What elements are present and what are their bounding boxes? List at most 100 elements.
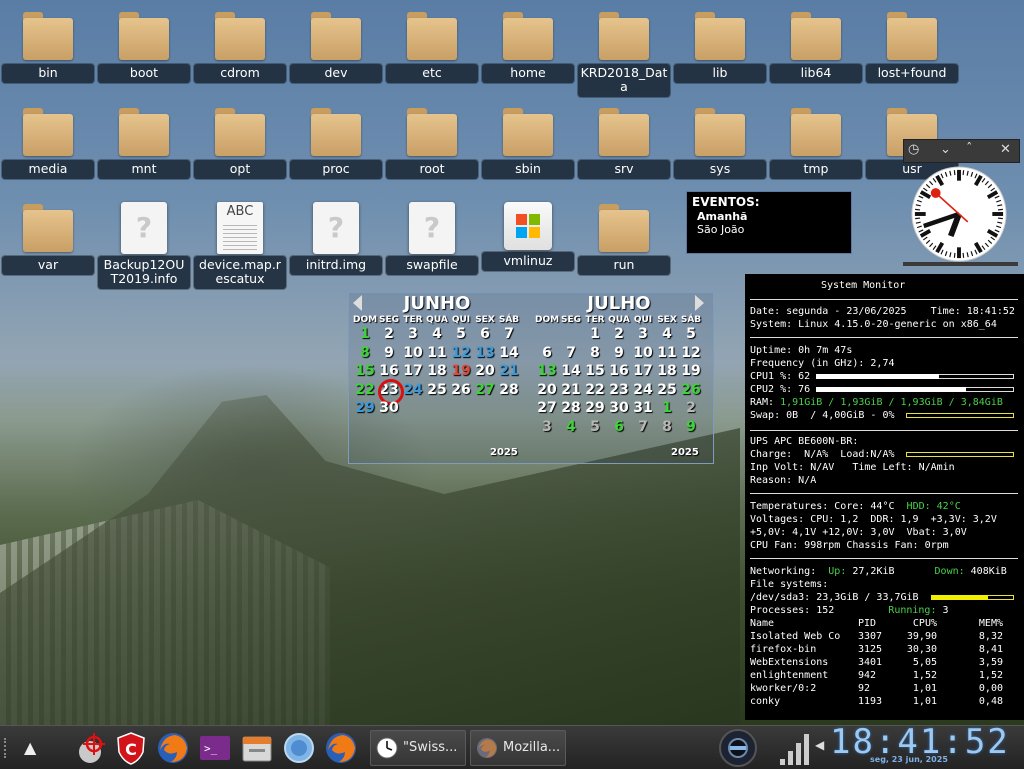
- running-label: Running:: [888, 605, 943, 616]
- desktop-icon-bin[interactable]: bin: [2, 4, 94, 83]
- desktop-icon-lib[interactable]: lib: [674, 4, 766, 83]
- menu-chevron-icon[interactable]: ⌄: [940, 142, 951, 158]
- firefox-icon[interactable]: [155, 730, 191, 766]
- start-menu-arrow-icon[interactable]: ▲: [24, 738, 36, 757]
- task-label: Mozilla...: [503, 740, 561, 755]
- browser-globe-icon[interactable]: [281, 730, 317, 766]
- desktop-icon-media[interactable]: media: [2, 100, 94, 179]
- desktop-icon-cdrom[interactable]: cdrom: [194, 4, 286, 83]
- desktop-icon-etc[interactable]: etc: [386, 4, 478, 83]
- folder-icon: [789, 106, 843, 158]
- desktop-icon-root[interactable]: root: [386, 100, 478, 179]
- clock-window-titlebar[interactable]: ◷ ⌄ ˆ ✕: [903, 139, 1020, 163]
- desktop-icon-label: initrd.img: [290, 256, 382, 275]
- tray-expand-icon[interactable]: ◀: [815, 738, 824, 752]
- divider: [750, 493, 1018, 494]
- process-table-header: CPU%: [912, 618, 937, 629]
- calendar-day: 4: [566, 418, 576, 435]
- desktop-icon-tmp[interactable]: tmp: [770, 100, 862, 179]
- conky-cpu1: CPU1 %: 62: [750, 371, 811, 382]
- desktop-icon-label: sbin: [482, 160, 574, 179]
- file-manager-icon[interactable]: [239, 730, 275, 766]
- process-cell: 39,90: [906, 631, 937, 642]
- desktop-icon-dev[interactable]: dev: [290, 4, 382, 83]
- conky-frequency: Frequency (in GHz): 2,74: [750, 358, 895, 369]
- taskbar-grip[interactable]: [4, 738, 9, 758]
- calendar-day: 5: [456, 326, 466, 342]
- calendar-day: 17: [403, 363, 423, 379]
- comodo-shield-icon[interactable]: C: [113, 730, 149, 766]
- firefox-icon-2[interactable]: [323, 730, 359, 766]
- conky-cpu2: CPU2 %: 76: [750, 384, 811, 395]
- desktop-icon-label: device.map.rescatux: [194, 256, 286, 289]
- desktop[interactable]: bin boot cdrom dev etc home KRD2018_Data lib lib…: [0, 0, 1024, 725]
- clock-tick: [997, 208, 1003, 211]
- close-icon[interactable]: ✕: [1000, 142, 1011, 158]
- desktop-icon-opt[interactable]: opt: [194, 100, 286, 179]
- desktop-icon-initrd-img[interactable]: ? initrd.img: [290, 196, 382, 275]
- calendar-day: 6: [542, 344, 552, 361]
- folder-icon: [21, 202, 75, 254]
- desktop-icon-proc[interactable]: proc: [290, 100, 382, 179]
- calendar-day: 10: [403, 344, 423, 361]
- conky-voltages-2: +5,0V: 4,1V +12,0V: 3,0V Vbat: 3,0V: [750, 527, 967, 538]
- desktop-icon-var[interactable]: var: [2, 196, 94, 275]
- folder-icon: [501, 106, 555, 158]
- folder-icon: [597, 10, 651, 62]
- desktop-icon-lost-found[interactable]: lost+found: [866, 4, 958, 83]
- events-item: São João: [697, 223, 745, 236]
- calendar-day: 28: [561, 400, 581, 416]
- crosshair-app-icon[interactable]: [74, 730, 110, 766]
- weekday-label: SEX: [657, 315, 677, 325]
- digital-clock[interactable]: 18:41:52 seg, 23 jun, 2025: [828, 722, 1008, 768]
- desktop-icon-srv[interactable]: srv: [578, 100, 670, 179]
- folder-icon: [213, 106, 267, 158]
- calendar-month-name: JULHO: [587, 293, 651, 314]
- calendar-day: 8: [662, 418, 672, 435]
- conky-charge: Charge: N/A% Load:N/A%: [750, 449, 895, 460]
- desktop-icon-label: run: [578, 256, 670, 275]
- process-cell: 30,30: [906, 644, 937, 655]
- speaker-icon[interactable]: [718, 728, 758, 768]
- desktop-icon-backup12out2019-info[interactable]: ? Backup12OUT2019.info: [98, 196, 190, 289]
- desktop-icon-mnt[interactable]: mnt: [98, 100, 190, 179]
- minimize-icon[interactable]: ˆ: [966, 142, 973, 158]
- desktop-icon-boot[interactable]: boot: [98, 4, 190, 83]
- calendar-day: 19: [681, 363, 701, 379]
- calendar-weekdays: DOM SEG TER QUA QUI SEX SÁB: [535, 315, 703, 325]
- clock-tick: [915, 217, 921, 220]
- calendar-year-june: 2025: [490, 447, 518, 458]
- desktop-icon-sbin[interactable]: sbin: [482, 100, 574, 179]
- desktop-icon-vmlinuz[interactable]: vmlinuz: [482, 196, 574, 271]
- process-table-header: PID: [858, 618, 877, 629]
- desktop-icon-sys[interactable]: sys: [674, 100, 766, 179]
- terminal-icon[interactable]: >_: [197, 730, 233, 766]
- up-value: 27,2KiB: [852, 566, 895, 577]
- task-swiss-clock[interactable]: "Swiss...: [370, 730, 466, 766]
- desktop-icon-home[interactable]: home: [482, 4, 574, 83]
- events-title: EVENTOS:: [692, 195, 760, 209]
- calendar-day: 12: [451, 344, 471, 361]
- folder-icon: [309, 10, 363, 62]
- desktop-icon-run[interactable]: run: [578, 196, 670, 275]
- calendar-day: 20: [475, 363, 495, 379]
- desktop-icon-lib64[interactable]: lib64: [770, 4, 862, 83]
- task-mozilla[interactable]: Mozilla...: [470, 730, 566, 766]
- calendar-day: 23: [609, 381, 629, 398]
- desktop-icon-device-map-rescatux[interactable]: ABC device.map.rescatux: [194, 196, 286, 289]
- folder-icon: [501, 10, 555, 62]
- signal-strength-icon[interactable]: [778, 731, 814, 767]
- calendar-day: 11: [657, 344, 677, 361]
- conky-voltages-1: Voltages: CPU: 1,2 DDR: 1,9 +3,3V: 3,2V: [750, 514, 997, 525]
- calendar-day: 6: [614, 418, 624, 435]
- calendar-day: 1: [360, 326, 370, 342]
- calendar-day: 7: [504, 326, 514, 342]
- calendar-month-name: JUNHO: [403, 293, 471, 314]
- desktop-icon-swapfile[interactable]: ? swapfile: [386, 196, 478, 275]
- desktop-icon-krd2018-data[interactable]: KRD2018_Data: [578, 4, 670, 97]
- calendar-day: 16: [379, 363, 399, 379]
- process-cell: 0,00: [978, 683, 1003, 694]
- process-cell: 1,52: [912, 670, 937, 681]
- process-cell: 3307: [858, 631, 883, 642]
- calendar-day: 9: [686, 418, 696, 435]
